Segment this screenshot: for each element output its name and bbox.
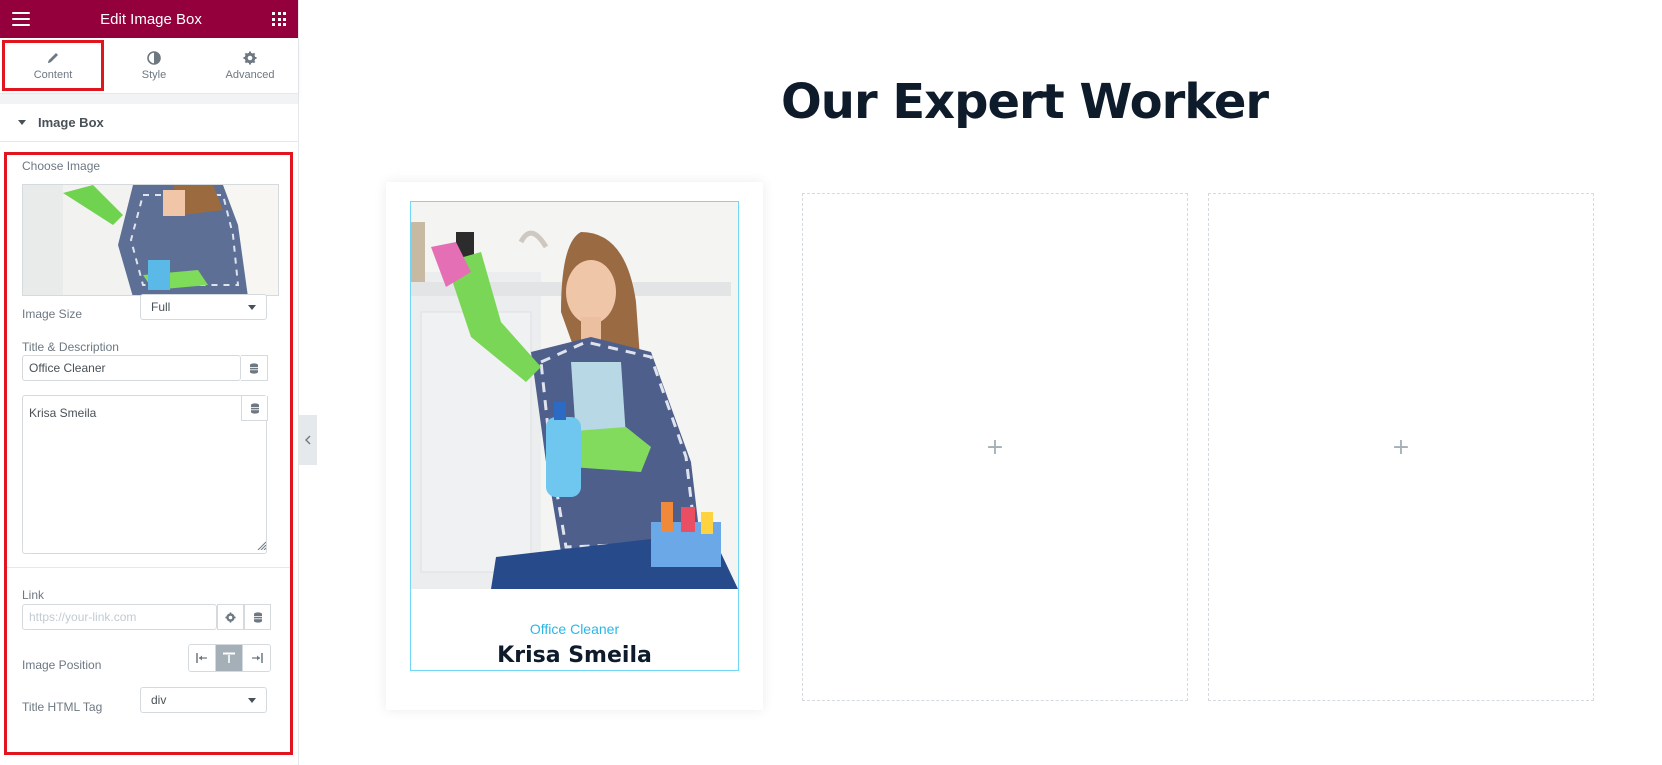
menu-icon[interactable] xyxy=(12,12,30,26)
dynamic-tags-button[interactable] xyxy=(241,355,268,381)
link-dynamic-tags-button[interactable] xyxy=(244,604,271,630)
database-icon xyxy=(253,611,262,623)
link-options-button[interactable] xyxy=(217,604,244,630)
empty-column-add[interactable]: + xyxy=(802,193,1188,701)
title-input[interactable]: Office Cleaner xyxy=(22,355,241,381)
image-size-value: Full xyxy=(151,300,171,314)
choose-image-label: Choose Image xyxy=(22,159,101,173)
image-box-title: Office Cleaner xyxy=(529,621,620,637)
tab-advanced[interactable]: Advanced xyxy=(202,38,298,93)
align-left-icon[interactable] xyxy=(189,645,216,671)
align-top-icon[interactable] xyxy=(216,645,243,671)
empty-column-add[interactable]: + xyxy=(1208,193,1594,701)
resize-handle-icon[interactable] xyxy=(256,540,266,550)
worker-photo xyxy=(411,202,738,589)
database-icon xyxy=(250,362,258,374)
controls-highlight: Choose Image Image Size Full Title & Des… xyxy=(4,152,293,755)
section-toggle-image-box[interactable]: Image Box xyxy=(0,104,298,142)
image-size-select[interactable]: Full xyxy=(140,294,267,320)
caret-down-icon xyxy=(18,120,26,125)
tab-style[interactable]: Style xyxy=(106,38,202,93)
image-position-label: Image Position xyxy=(22,658,102,672)
link-label: Link xyxy=(22,588,45,602)
chevron-down-icon xyxy=(248,304,256,310)
tab-advanced-label: Advanced xyxy=(225,68,275,81)
image-position-choose xyxy=(188,644,271,672)
contrast-icon xyxy=(147,50,161,65)
editor-panel: Edit Image Box Content Style Advanced Im… xyxy=(0,0,299,765)
gear-icon xyxy=(243,51,257,64)
panel-collapse-button[interactable] xyxy=(299,415,317,465)
tab-content-label: Content xyxy=(33,68,73,81)
link-input[interactable]: https://your-link.com xyxy=(22,604,217,630)
title-html-tag-value: div xyxy=(151,693,167,707)
section-heading[interactable]: Our Expert Worker xyxy=(781,74,1269,130)
plus-icon: + xyxy=(985,434,1005,460)
panel-separator xyxy=(0,94,298,104)
title-html-tag-select[interactable]: div xyxy=(140,687,267,713)
pencil-icon xyxy=(48,52,58,63)
title-html-tag-label: Title HTML Tag xyxy=(22,700,103,714)
description-textarea[interactable]: Krisa Smeila xyxy=(22,395,267,554)
image-preview-thumbnail xyxy=(23,185,278,295)
chevron-left-icon xyxy=(305,435,311,445)
panel-tabs: Content Style Advanced xyxy=(0,38,298,94)
gear-icon xyxy=(225,611,236,623)
image-box-description: Krisa Smeila xyxy=(497,643,652,668)
apps-grid-icon[interactable] xyxy=(272,12,286,26)
title-description-label: Title & Description xyxy=(22,340,119,354)
tab-style-label: Style xyxy=(141,68,167,81)
image-size-label: Image Size xyxy=(22,307,83,321)
image-box-selected-outline: Office Cleaner Krisa Smeila xyxy=(410,201,739,671)
plus-icon: + xyxy=(1391,434,1411,460)
image-chooser[interactable] xyxy=(22,184,279,296)
database-icon xyxy=(250,402,259,414)
panel-header: Edit Image Box xyxy=(0,0,298,38)
tab-content[interactable]: Content xyxy=(2,40,104,91)
section-title: Image Box xyxy=(38,115,104,130)
chevron-down-icon xyxy=(248,697,256,703)
image-box-widget[interactable]: Office Cleaner Krisa Smeila xyxy=(386,182,763,710)
panel-title: Edit Image Box xyxy=(100,10,202,28)
controls-divider xyxy=(7,567,290,568)
align-right-icon[interactable] xyxy=(243,645,270,671)
dynamic-tags-button-description[interactable] xyxy=(241,396,268,421)
